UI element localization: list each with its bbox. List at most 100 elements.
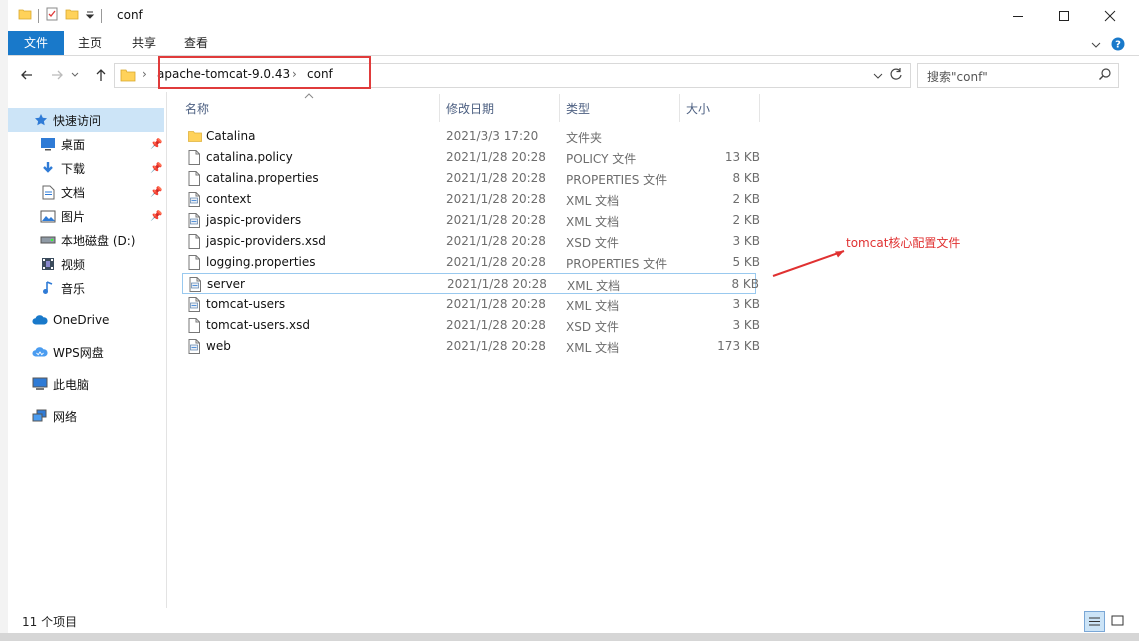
- nav-item-videos[interactable]: 视频: [8, 252, 164, 276]
- nav-item-quick-access[interactable]: 快速访问: [8, 108, 164, 132]
- nav-label: 此电脑: [53, 377, 90, 392]
- refresh-icon[interactable]: [889, 67, 903, 84]
- column-header-name[interactable]: 名称: [185, 100, 209, 117]
- details-view-button[interactable]: [1084, 611, 1105, 632]
- folder-icon[interactable]: [18, 7, 32, 24]
- desktop-icon: [40, 136, 56, 152]
- tab-home[interactable]: 主页: [70, 31, 110, 55]
- properties-icon[interactable]: [45, 7, 59, 24]
- pin-icon[interactable]: 📌: [150, 187, 162, 198]
- search-icon[interactable]: [1098, 67, 1112, 84]
- maximize-button[interactable]: [1041, 0, 1087, 31]
- folder-icon: [120, 67, 136, 86]
- nav-item-downloads[interactable]: 下载 📌: [8, 156, 164, 180]
- nav-item-this-pc[interactable]: 此电脑: [8, 372, 164, 396]
- file-type: XML 文档: [566, 194, 620, 208]
- xml-file-icon: [188, 192, 202, 208]
- expand-ribbon-icon[interactable]: [1091, 39, 1101, 53]
- nav-item-documents[interactable]: 文档 📌: [8, 180, 164, 204]
- file-row[interactable]: tomcat-users.xsd 2021/1/28 20:28 XSD 文件 3 K…: [182, 315, 760, 336]
- nav-label: WPS网盘: [53, 345, 104, 360]
- file-icon: [188, 171, 202, 187]
- xml-file-icon: [189, 277, 203, 293]
- nav-item-onedrive[interactable]: OneDrive: [8, 308, 164, 332]
- file-row[interactable]: tomcat-users 2021/1/28 20:28 XML 文档 3 KB: [182, 294, 760, 315]
- up-button[interactable]: [92, 66, 110, 84]
- help-icon[interactable]: ?: [1111, 37, 1125, 54]
- nav-label: 快速访问: [53, 113, 102, 128]
- file-type: XSD 文件: [566, 320, 619, 334]
- pin-icon[interactable]: 📌: [150, 211, 162, 222]
- folder-icon: [188, 129, 202, 145]
- file-row[interactable]: jaspic-providers 2021/1/28 20:28 XML 文档 2 K…: [182, 210, 760, 231]
- column-header-size[interactable]: 大小: [686, 100, 710, 117]
- nav-item-music[interactable]: 音乐: [8, 276, 164, 300]
- xml-file-icon: [188, 339, 202, 355]
- background-taskbar-edge: [0, 633, 1139, 641]
- breadcrumb-separator[interactable]: ›: [142, 67, 147, 81]
- nav-label: OneDrive: [53, 313, 110, 327]
- file-size: 3 KB: [732, 318, 760, 332]
- column-divider[interactable]: [679, 94, 680, 122]
- file-size: 5 KB: [732, 255, 760, 269]
- picture-icon: [40, 208, 56, 224]
- file-row[interactable]: logging.properties 2021/1/28 20:28 PROPERT…: [182, 252, 760, 273]
- download-icon: [40, 160, 56, 176]
- file-row[interactable]: web 2021/1/28 20:28 XML 文档 173 KB: [182, 336, 760, 357]
- file-date: 2021/1/28 20:28: [446, 171, 546, 185]
- file-row[interactable]: context 2021/1/28 20:28 XML 文档 2 KB: [182, 189, 760, 210]
- file-name: tomcat-users: [206, 297, 286, 311]
- address-dropdown-icon[interactable]: [873, 70, 883, 84]
- column-divider[interactable]: [759, 94, 760, 122]
- nav-item-desktop[interactable]: 桌面 📌: [8, 132, 164, 156]
- computer-icon: [32, 376, 48, 392]
- close-button[interactable]: [1087, 0, 1133, 31]
- nav-item-network[interactable]: 网络: [8, 404, 164, 428]
- file-name: web: [206, 339, 231, 353]
- file-size: 2 KB: [732, 213, 760, 227]
- recent-locations-button[interactable]: [68, 66, 82, 84]
- nav-item-wps-cloud[interactable]: WPS网盘: [8, 340, 164, 364]
- file-row[interactable]: catalina.policy 2021/1/28 20:28 POLICY 文件 1…: [182, 147, 760, 168]
- annotation-text: tomcat核心配置文件: [846, 236, 961, 250]
- nav-label: 网络: [53, 409, 78, 424]
- pin-icon[interactable]: 📌: [150, 163, 162, 174]
- column-divider[interactable]: [559, 94, 560, 122]
- tab-view[interactable]: 查看: [176, 31, 216, 55]
- wps-cloud-icon: [32, 344, 48, 360]
- file-row[interactable]: server 2021/1/28 20:28 XML 文档 8 KB: [182, 273, 759, 294]
- search-input[interactable]: 搜索"conf": [917, 63, 1119, 88]
- file-row[interactable]: catalina.properties 2021/1/28 20:28 PROPER…: [182, 168, 760, 189]
- pin-icon[interactable]: 📌: [150, 139, 162, 150]
- column-divider[interactable]: [439, 94, 440, 122]
- nav-label: 本地磁盘 (D:): [61, 233, 136, 248]
- customize-toolbar-icon[interactable]: [85, 9, 95, 23]
- file-row[interactable]: jaspic-providers.xsd 2021/1/28 20:28 XSD 文…: [182, 231, 760, 252]
- file-date: 2021/1/28 20:28: [446, 318, 546, 332]
- forward-button[interactable]: [48, 66, 66, 84]
- minimize-button[interactable]: [995, 0, 1041, 31]
- nav-item-pictures[interactable]: 图片 📌: [8, 204, 164, 228]
- column-header-type[interactable]: 类型: [566, 100, 590, 117]
- nav-label: 视频: [61, 257, 86, 272]
- new-folder-icon[interactable]: [65, 7, 79, 24]
- large-icons-view-button[interactable]: [1108, 611, 1127, 630]
- file-date: 2021/1/28 20:28: [446, 150, 546, 164]
- file-type: XML 文档: [567, 279, 621, 293]
- tab-file[interactable]: 文件: [8, 31, 64, 55]
- item-count: 11 个项目: [22, 615, 78, 629]
- file-row[interactable]: Catalina 2021/3/3 17:20 文件夹: [182, 126, 756, 147]
- back-button[interactable]: [18, 66, 36, 84]
- file-icon: [188, 318, 202, 334]
- nav-label: 图片: [61, 209, 86, 224]
- cloud-icon: [32, 312, 48, 328]
- xml-file-icon: [188, 213, 202, 229]
- nav-item-drive-d[interactable]: 本地磁盘 (D:): [8, 228, 164, 252]
- star-icon: [33, 112, 49, 128]
- tab-share[interactable]: 共享: [124, 31, 164, 55]
- sort-ascending-icon: [304, 88, 314, 102]
- search-placeholder: 搜索"conf": [927, 70, 988, 84]
- file-type: XML 文档: [566, 341, 620, 355]
- video-icon: [40, 256, 56, 272]
- column-header-date[interactable]: 修改日期: [446, 100, 494, 117]
